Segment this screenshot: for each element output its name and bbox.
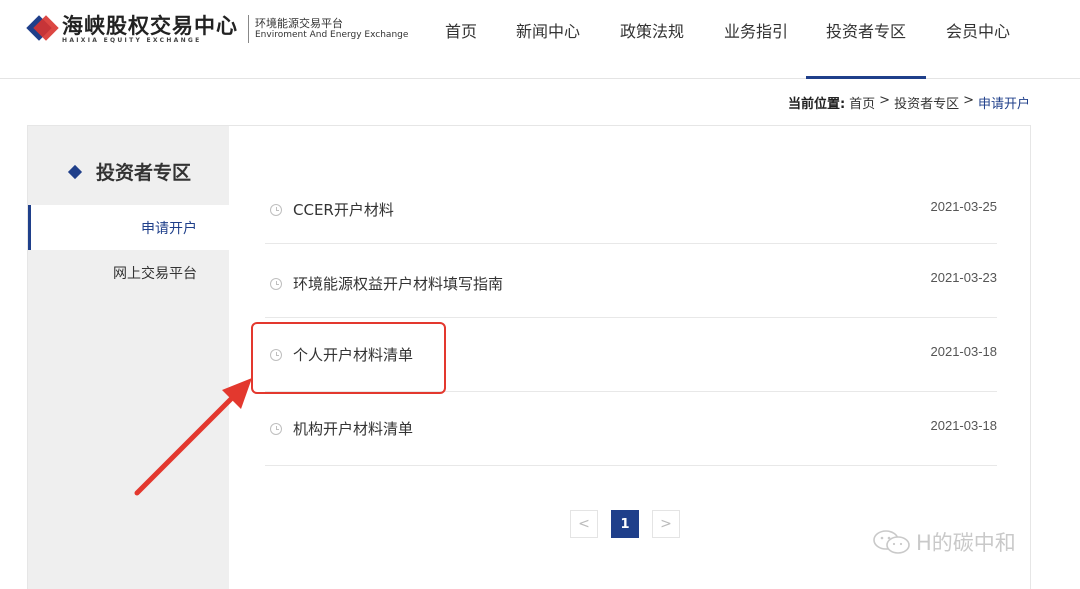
clock-icon	[270, 204, 282, 216]
clock-icon	[270, 423, 282, 435]
list-item-date: 2021-03-25	[930, 199, 998, 214]
list-item[interactable]: 环境能源权益开户材料填写指南 2021-03-23	[265, 244, 997, 318]
site-logo[interactable]: 海峡股权交易中心 HAIXIA EQUITY EXCHANGE 环境能源交易平台…	[26, 12, 409, 46]
logo-mark-icon	[26, 15, 59, 43]
platform-name: 环境能源交易平台	[255, 17, 343, 30]
nav-item-investor-zone[interactable]: 投资者专区	[806, 0, 926, 79]
sidebar-item-label: 申请开户	[141, 220, 197, 237]
breadcrumb: 当前位置: 首页 > 投资者专区 > 申请开户	[788, 93, 1030, 112]
site-header: 海峡股权交易中心 HAIXIA EQUITY EXCHANGE 环境能源交易平台…	[0, 0, 1080, 79]
platform-name-en: Enviroment And Energy Exchange	[255, 30, 409, 41]
sidebar-title: 投资者专区	[67, 158, 192, 185]
sidebar-title-text: 投资者专区	[96, 162, 192, 184]
diamond-icon	[67, 164, 83, 179]
list-item[interactable]: CCER开户材料 2021-03-25	[265, 170, 997, 244]
breadcrumb-label: 当前位置:	[787, 97, 846, 112]
main-nav: 首页 新闻中心 政策法规 业务指引 投资者专区 会员中心	[426, 0, 1030, 79]
list-item-date: 2021-03-18	[930, 344, 998, 359]
sidebar: 投资者专区 申请开户 网上交易平台	[28, 126, 229, 589]
watermark: H的碳中和	[872, 527, 1016, 557]
main-panel: 投资者专区 申请开户 网上交易平台 CCER开户材料 2021-03-25 环境…	[27, 125, 1031, 589]
nav-item-home[interactable]: 首页	[426, 0, 496, 79]
chat-bubbles-icon	[873, 530, 910, 554]
nav-item-business-guide[interactable]: 业务指引	[704, 0, 808, 79]
pagination: < 1 >	[570, 510, 680, 538]
watermark-text: H的碳中和	[916, 531, 1016, 555]
breadcrumb-home[interactable]: 首页	[849, 93, 875, 112]
list-item-date: 2021-03-23	[930, 270, 998, 285]
prev-page-button[interactable]: <	[570, 510, 598, 538]
breadcrumb-current: 申请开户	[977, 97, 1030, 112]
nav-item-news[interactable]: 新闻中心	[496, 0, 600, 79]
list-item-title[interactable]: 环境能源权益开户材料填写指南	[293, 273, 503, 294]
breadcrumb-separator: >	[963, 93, 974, 108]
sidebar-item-label: 网上交易平台	[113, 265, 197, 282]
sidebar-item-open-account[interactable]: 申请开户	[28, 205, 229, 250]
annotation-highlight-box	[251, 322, 446, 394]
list-item-title[interactable]: CCER开户材料	[293, 199, 394, 220]
breadcrumb-separator: >	[879, 93, 891, 108]
logo-divider	[248, 15, 249, 43]
sidebar-item-online-trading[interactable]: 网上交易平台	[28, 250, 229, 295]
nav-item-member-center[interactable]: 会员中心	[926, 0, 1030, 79]
nav-item-policy[interactable]: 政策法规	[600, 0, 704, 79]
list-item[interactable]: 机构开户材料清单 2021-03-18	[265, 392, 997, 466]
breadcrumb-investor-zone[interactable]: 投资者专区	[894, 93, 959, 112]
list-item-title[interactable]: 机构开户材料清单	[293, 418, 413, 439]
logo-subtitle-en: HAIXIA EQUITY EXCHANGE	[62, 36, 202, 44]
logo-title: 海峡股权交易中心	[62, 12, 238, 38]
page-button-current[interactable]: 1	[611, 510, 639, 538]
next-page-button[interactable]: >	[652, 510, 680, 538]
list-item-date: 2021-03-18	[930, 418, 998, 433]
clock-icon	[270, 278, 282, 290]
